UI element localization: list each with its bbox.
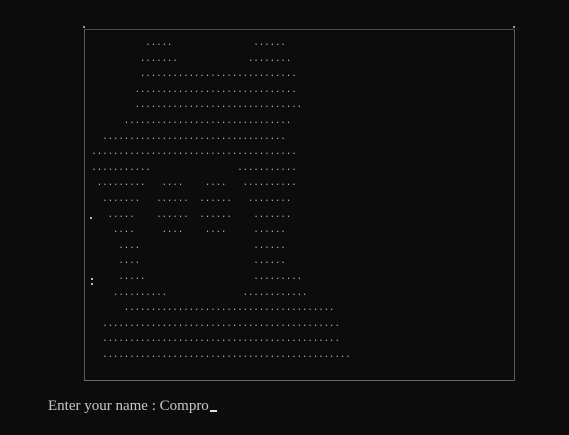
art-line: .... ...... <box>86 240 286 251</box>
art-line: ............................... <box>86 100 303 111</box>
art-line: ............................... <box>86 115 292 126</box>
art-line: ........................................… <box>86 334 340 345</box>
art-line: ...................................... <box>86 147 297 158</box>
art-line: ......... .... .... .......... <box>86 178 297 189</box>
name-prompt-label: Enter your name : <box>48 398 160 414</box>
frame-corner-top-right <box>513 26 515 28</box>
art-line: .............................. <box>86 84 297 95</box>
art-line: ............................. <box>86 69 297 80</box>
art-line: .......... ............ <box>86 287 308 298</box>
ascii-art: ..... ...... ....... ........ ..........… <box>86 36 351 363</box>
art-line: .... .... .... ...... <box>86 225 286 236</box>
art-line: ....................................... <box>86 303 335 314</box>
art-line: ....... ........ <box>86 53 292 64</box>
art-line: ..... ......... <box>86 271 303 282</box>
text-cursor <box>209 410 217 412</box>
art-line: ........................................… <box>86 349 351 360</box>
name-prompt[interactable]: Enter your name : Compro <box>48 398 217 415</box>
art-line: ........................................… <box>86 318 340 329</box>
name-input[interactable]: Compro <box>160 398 209 415</box>
art-line: ........... ........... <box>86 162 297 173</box>
art-line: .................................. <box>86 131 286 142</box>
art-line: .... ...... <box>86 256 286 267</box>
frame-corner-top-left <box>83 26 85 28</box>
art-line: ....... ...... ...... ........ <box>86 193 292 204</box>
art-line: ..... ...... ...... ....... <box>86 209 292 220</box>
art-line: ..... ...... <box>86 38 286 48</box>
